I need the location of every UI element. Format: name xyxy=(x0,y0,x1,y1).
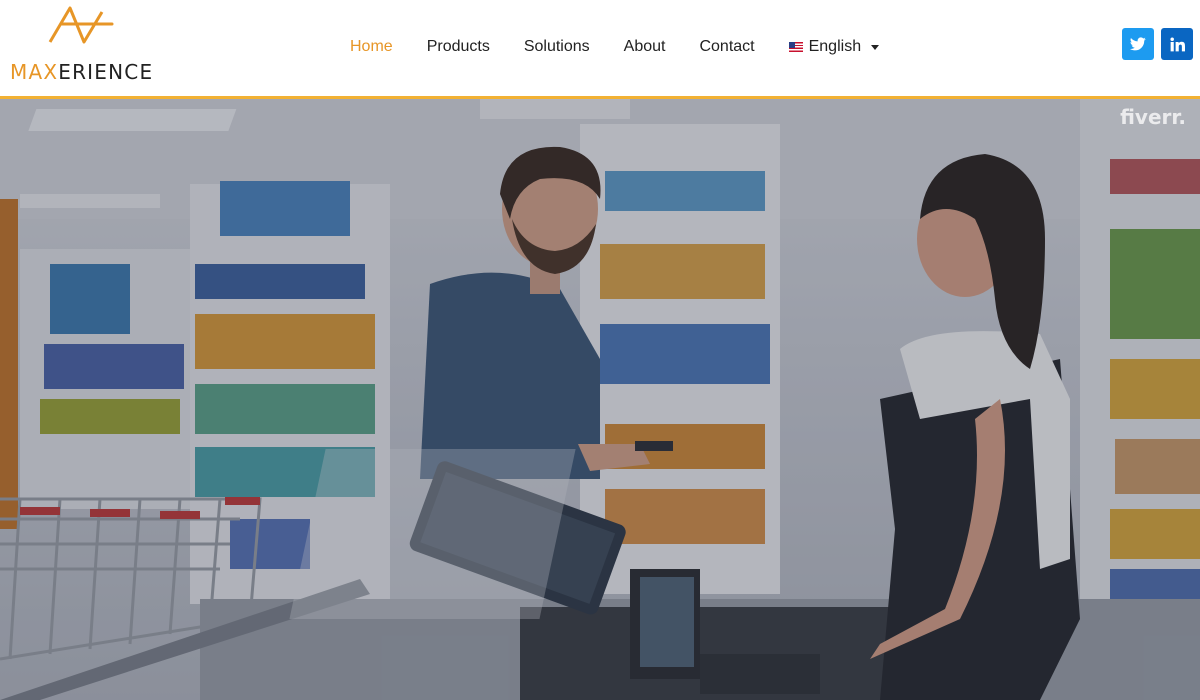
twitter-button[interactable] xyxy=(1122,28,1154,60)
logo-wordmark-accent: MAX xyxy=(10,60,59,84)
store-checkout-photo xyxy=(0,99,1200,700)
nav-products[interactable]: Products xyxy=(427,38,490,56)
nav-about[interactable]: About xyxy=(624,38,666,56)
linkedin-icon xyxy=(1169,36,1185,51)
nav-home[interactable]: Home xyxy=(350,38,393,56)
nav-contact[interactable]: Contact xyxy=(699,38,754,56)
language-selector[interactable]: English xyxy=(788,38,880,56)
maxerience-logo[interactable]: MAXERIENCE xyxy=(8,0,158,90)
logo-mark-icon xyxy=(48,6,114,44)
chevron-down-icon xyxy=(871,44,880,50)
logo-wordmark-rest: ERIENCE xyxy=(58,60,154,84)
watermark-text: fiverr. xyxy=(1120,105,1186,129)
main-nav: Home Products Solutions About Contact En… xyxy=(350,36,880,58)
hero-image: fiverr. xyxy=(0,99,1200,700)
logo-wordmark: MAXERIENCE xyxy=(10,60,153,84)
language-label: English xyxy=(808,38,862,55)
linkedin-button[interactable] xyxy=(1161,28,1193,60)
twitter-icon xyxy=(1130,37,1146,51)
nav-solutions[interactable]: Solutions xyxy=(524,38,590,56)
us-flag-icon xyxy=(788,42,803,52)
site-header: MAXERIENCE Home Products Solutions About… xyxy=(0,0,1200,99)
